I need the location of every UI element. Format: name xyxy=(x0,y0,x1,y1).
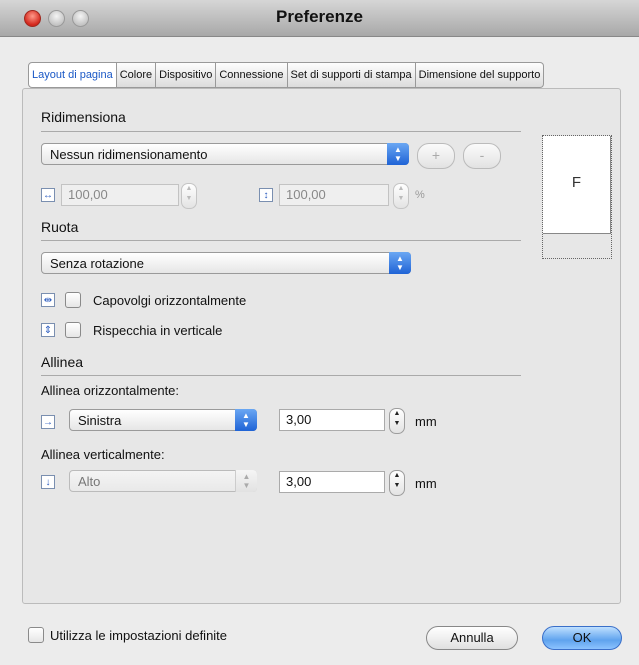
horizontal-align-popup[interactable]: Sinistra ▲ ▼ xyxy=(69,409,257,431)
mirror-vertical-label: Rispecchia in verticale xyxy=(93,323,223,338)
window-title: Preferenze xyxy=(276,7,363,26)
flip-horizontal-label: Capovolgi orizzontalmente xyxy=(93,293,247,308)
layout-panel: Ridimensiona Nessun ridimensionamento ▲ ▼… xyxy=(22,88,621,604)
title-bar[interactable]: Preferenze xyxy=(0,0,639,37)
width-scale-stepper[interactable]: ▲ ▼ xyxy=(181,183,197,209)
use-defined-settings-checkbox[interactable] xyxy=(28,627,44,643)
vertical-resize-icon: ↕ xyxy=(259,188,273,202)
horizontal-offset-unit: mm xyxy=(415,414,437,429)
horizontal-resize-icon: ↔ xyxy=(41,188,55,202)
tab-colore[interactable]: Colore xyxy=(116,62,157,88)
cancel-button[interactable]: Annulla xyxy=(426,626,518,650)
vertical-align-popup[interactable]: Alto ▲ ▼ xyxy=(69,470,257,492)
mirror-vertical-checkbox[interactable] xyxy=(65,322,81,338)
align-heading: Allinea xyxy=(41,354,84,370)
popup-arrows-icon: ▲ ▼ xyxy=(387,143,409,165)
vertical-align-value: Alto xyxy=(78,474,101,489)
tab-connessione[interactable]: Connessione xyxy=(216,62,288,88)
align-divider xyxy=(41,375,521,376)
flip-horizontal-icon: ⇹ xyxy=(41,293,55,307)
popup-arrows-icon: ▲ ▼ xyxy=(235,470,257,492)
ok-button[interactable]: OK xyxy=(542,626,622,650)
rotation-popup[interactable]: Senza rotazione ▲ ▼ xyxy=(41,252,411,274)
resize-heading: Ridimensiona xyxy=(41,109,126,125)
align-left-arrow-icon: → xyxy=(41,415,55,429)
horizontal-offset-field[interactable]: 3,00 xyxy=(279,409,385,431)
percent-unit: % xyxy=(415,189,425,201)
rotate-heading: Ruota xyxy=(41,219,79,235)
vertical-offset-field[interactable]: 3,00 xyxy=(279,471,385,493)
tab-dispositivo[interactable]: Dispositivo xyxy=(156,62,217,88)
preview-sheet: F xyxy=(543,136,611,234)
tab-bar: Layout di pagina Colore Dispositivo Conn… xyxy=(28,62,545,88)
tab-dimensione-supporto[interactable]: Dimensione del supporto xyxy=(415,62,545,88)
align-horizontal-label: Allinea orizzontalmente: xyxy=(41,383,180,398)
tab-set-supporti-stampa[interactable]: Set di supporti di stampa xyxy=(287,62,416,88)
vertical-offset-stepper[interactable]: ▲ ▼ xyxy=(389,470,405,496)
preferences-window: Preferenze Layout di pagina Colore Dispo… xyxy=(0,0,639,665)
remove-preset-button[interactable]: - xyxy=(463,143,501,169)
height-scale-stepper[interactable]: ▲ ▼ xyxy=(393,183,409,209)
align-vertical-label: Allinea verticalmente: xyxy=(41,447,165,462)
flip-horizontal-checkbox[interactable] xyxy=(65,292,81,308)
use-defined-settings-label: Utilizza le impostazioni definite xyxy=(50,628,228,643)
resize-divider xyxy=(41,131,521,132)
mirror-vertical-icon: ⇕ xyxy=(41,323,55,337)
horizontal-align-value: Sinistra xyxy=(78,413,122,428)
tab-layout-di-pagina[interactable]: Layout di pagina xyxy=(28,62,117,88)
preview-letter: F xyxy=(571,174,582,191)
align-down-arrow-icon: ↓ xyxy=(41,475,55,489)
rotation-value: Senza rotazione xyxy=(50,256,144,271)
popup-arrows-icon: ▲ ▼ xyxy=(235,409,257,431)
popup-arrows-icon: ▲ ▼ xyxy=(389,252,411,274)
height-scale-field[interactable]: 100,00 xyxy=(279,184,389,206)
resize-mode-popup[interactable]: Nessun ridimensionamento ▲ ▼ xyxy=(41,143,409,165)
resize-mode-value: Nessun ridimensionamento xyxy=(50,147,208,162)
vertical-offset-unit: mm xyxy=(415,476,437,491)
horizontal-offset-stepper[interactable]: ▲ ▼ xyxy=(389,408,405,434)
width-scale-field[interactable]: 100,00 xyxy=(61,184,179,206)
page-preview: F xyxy=(542,135,612,259)
rotate-divider xyxy=(41,240,521,241)
add-preset-button[interactable]: + xyxy=(417,143,455,169)
